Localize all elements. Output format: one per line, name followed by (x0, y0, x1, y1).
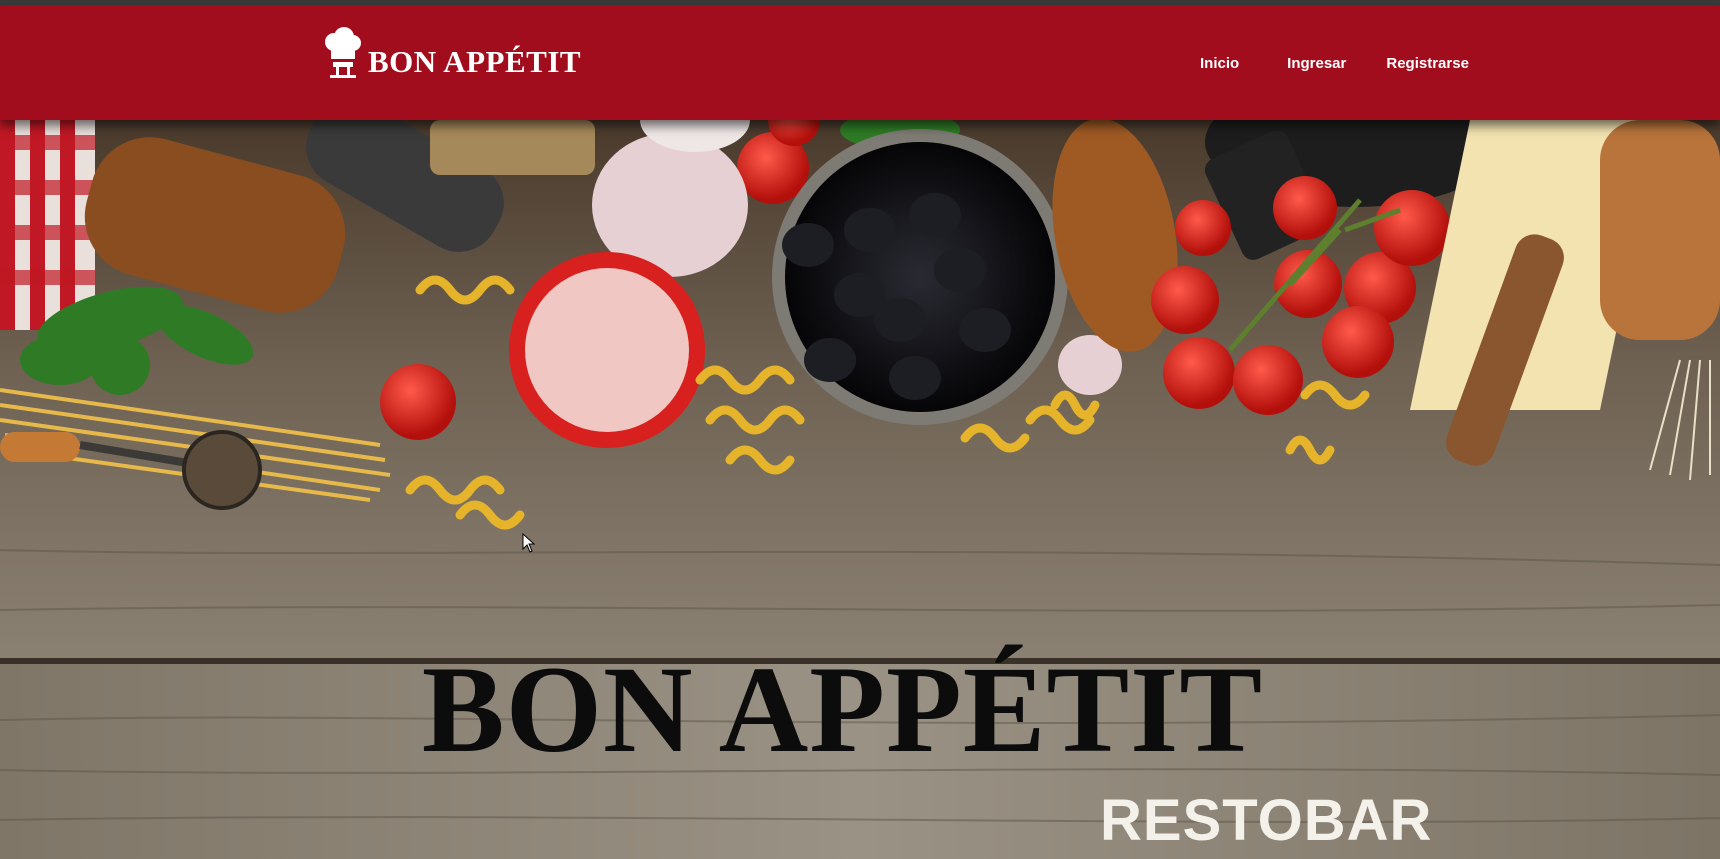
nav-link-registrarse[interactable]: Registrarse (1386, 55, 1469, 72)
nav-link-ingresar[interactable]: Ingresar (1287, 55, 1346, 72)
hero-subtitle: RESTOBAR (1100, 788, 1433, 853)
chef-hat-icon (325, 27, 361, 78)
nav-link-inicio[interactable]: Inicio (1200, 55, 1239, 72)
navbar: BON APPÉTIT Inicio Ingresar Registrarse (0, 5, 1720, 120)
hero-section: BON APPÉTIT RESTOBAR (0, 120, 1720, 859)
hero-title: BON APPÉTIT (421, 641, 1264, 778)
main-nav: Inicio Ingresar Registrarse (1200, 55, 1469, 72)
mouse-cursor-icon (522, 533, 536, 553)
brand-logo-link[interactable]: BON APPÉTIT (322, 19, 581, 79)
brand-name: BON APPÉTIT (368, 44, 582, 79)
